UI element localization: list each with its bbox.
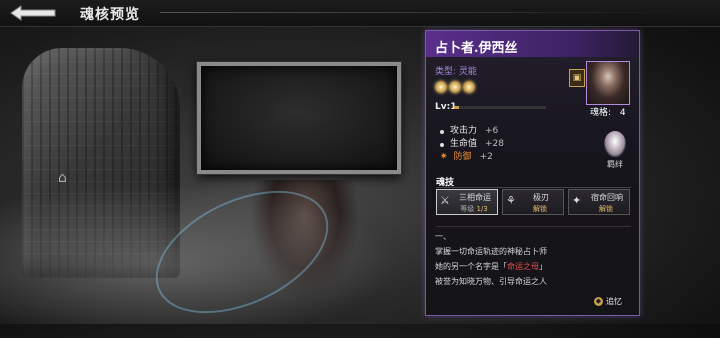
- portrait-frame: [197, 62, 401, 174]
- stats-list: 攻击力 +6 生命值 +28 ✷ 防御 +2: [440, 125, 504, 164]
- bond-button[interactable]: 羁绊: [597, 131, 633, 181]
- recall-button[interactable]: ◆ 追忆: [594, 294, 630, 308]
- card-icon[interactable]: ▣: [569, 69, 585, 87]
- skill-name: 宿命回响: [591, 193, 623, 202]
- skill-level-label: 等级: [460, 205, 475, 213]
- star-rating: [435, 81, 475, 93]
- lock-status: 解锁: [599, 205, 613, 213]
- star-icon: [435, 81, 447, 93]
- skill-card-1[interactable]: ⚔ 三相命运 等级 1/3: [436, 189, 498, 215]
- blade-icon: ⚘: [506, 194, 516, 207]
- lock-status: 解锁: [533, 205, 547, 213]
- sun-icon: ✷: [440, 152, 448, 162]
- star-icon: [449, 81, 461, 93]
- description-line: 她的另一个名字是「命运之母」: [435, 259, 547, 274]
- bond-label: 羁绊: [607, 160, 623, 169]
- character-type: 类型: 灵能: [435, 64, 477, 77]
- soul-grade-label: 魂格:: [590, 108, 612, 118]
- skill-name: 极刃: [533, 193, 549, 202]
- skill-level-value: 1/3: [476, 205, 488, 213]
- bullet-icon: [440, 142, 444, 147]
- stat-value: +2: [479, 152, 493, 162]
- recall-icon: ◆: [594, 296, 603, 306]
- echo-icon: ✦: [572, 194, 582, 207]
- level-progress-fill: [454, 106, 459, 109]
- panel-header: 占卜者.伊西丝: [426, 31, 639, 57]
- sword-icon: ⚔: [440, 194, 450, 207]
- skills-divider: [436, 187, 631, 188]
- page-title: 魂核预览: [80, 7, 140, 23]
- stat-name: 攻击力: [450, 126, 478, 136]
- stat-name: 生命值: [450, 139, 478, 149]
- description-line: 一、: [435, 232, 451, 241]
- star-icon: [463, 81, 475, 93]
- skill-sub: 解锁: [517, 204, 563, 214]
- title-divider: [160, 12, 700, 13]
- skill-name: 三相命运: [459, 193, 491, 202]
- character-description: 一、 掌握一切命运轨迹的神秘占卜师 她的另一个名字是「命运之母」 被誉为知晓万物…: [435, 229, 547, 289]
- description-line: 掌握一切命运轨迹的神秘占卜师: [435, 247, 547, 256]
- skill-card-2[interactable]: ⚘ 极刃 解锁: [502, 189, 564, 215]
- stat-name: 防御: [453, 152, 472, 162]
- bond-icon: [604, 131, 626, 157]
- soul-grade-value: 4: [619, 108, 626, 118]
- description-text: 」: [539, 262, 547, 271]
- description-divider: [436, 226, 631, 227]
- top-bar: 魂核预览: [0, 0, 720, 27]
- back-button[interactable]: [6, 2, 62, 24]
- stat-row-hp: 生命值 +28: [440, 138, 504, 151]
- stat-row-attack: 攻击力 +6: [440, 125, 504, 138]
- level-progress-bar: [454, 106, 546, 109]
- skill-card-3[interactable]: ✦ 宿命回响 解锁: [568, 189, 630, 215]
- skill-sub: 等级 1/3: [451, 204, 497, 214]
- recall-label: 追忆: [606, 296, 622, 306]
- type-value: 灵能: [458, 67, 477, 77]
- highlight-text: 命运之母: [507, 262, 539, 271]
- character-name: 占卜者.伊西丝: [435, 41, 518, 56]
- stat-value: +28: [485, 139, 505, 149]
- stat-value: +6: [485, 126, 499, 136]
- description-line: 被誉为知晓万物、引导命运之人: [435, 277, 547, 286]
- skill-sub: 解锁: [583, 204, 629, 214]
- stat-row-defense: ✷ 防御 +2: [440, 151, 504, 164]
- soul-core-panel: 占卜者.伊西丝 类型: 灵能 Lv:1 ▣ 魂格: 4 攻击力 +6 生命值 +…: [425, 30, 640, 316]
- bullet-icon: [440, 129, 444, 134]
- description-text: 她的另一个名字是「: [435, 262, 507, 271]
- soul-grade: 魂格: 4: [590, 105, 626, 118]
- back-arrow-icon: [10, 5, 56, 21]
- avatar: [586, 61, 630, 105]
- type-label: 类型:: [435, 67, 457, 77]
